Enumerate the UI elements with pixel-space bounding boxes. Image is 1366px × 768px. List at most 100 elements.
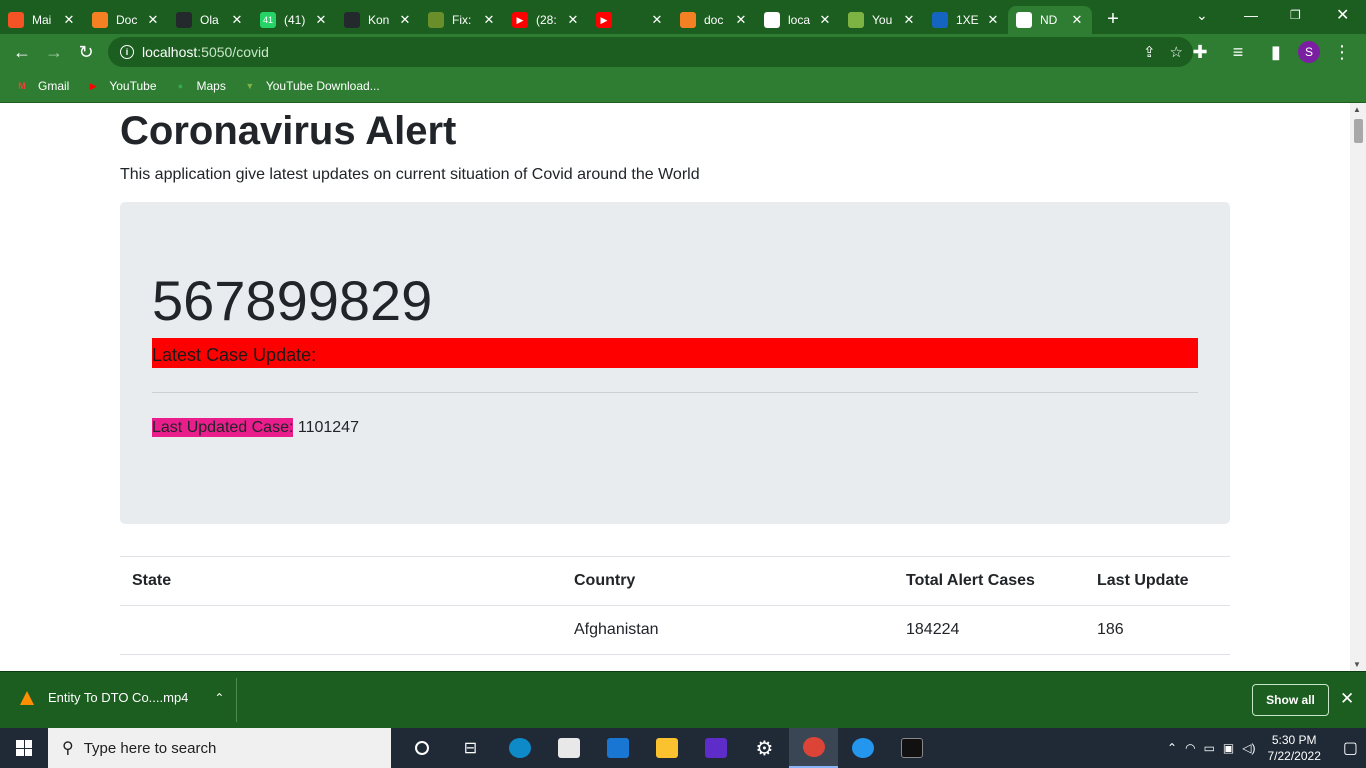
wifi-icon[interactable]: ◠ xyxy=(1185,741,1195,755)
browser-tab[interactable]: 41 (41) ✕ xyxy=(252,6,336,34)
tab-close-icon[interactable]: ✕ xyxy=(146,12,160,28)
chrome-icon[interactable] xyxy=(789,728,838,768)
terminal-icon[interactable] xyxy=(887,728,936,768)
bookmark-label: YouTube Download... xyxy=(265,79,380,93)
total-cases-value: 567899829 xyxy=(152,269,433,332)
store-icon[interactable] xyxy=(544,728,593,768)
edge-icon[interactable] xyxy=(495,728,544,768)
show-all-button[interactable]: Show all xyxy=(1252,684,1329,716)
scroll-down-icon[interactable]: ▼ xyxy=(1353,660,1361,669)
docker-icon[interactable] xyxy=(838,728,887,768)
notifications-icon[interactable]: ▢ xyxy=(1343,738,1358,758)
col-header-state: State xyxy=(120,556,562,606)
globe-icon xyxy=(1016,12,1032,28)
tab-search-icon[interactable]: ⌄ xyxy=(1196,0,1208,30)
battery-icon[interactable]: ▭ xyxy=(1204,741,1215,755)
bookmark-item[interactable]: ● Maps xyxy=(173,79,226,93)
clock[interactable]: 5:30 PM 7/22/2022 xyxy=(1267,732,1320,764)
download-item[interactable]: Entity To DTO Co....mp4 ⌃ xyxy=(20,690,224,705)
browser-tab[interactable]: doc ✕ xyxy=(672,6,756,34)
task-view-icon[interactable]: ⊟ xyxy=(446,728,495,768)
close-icon[interactable]: ✕ xyxy=(1340,689,1354,709)
media-control-icon[interactable]: ≡ xyxy=(1222,36,1254,68)
tab-title: Kon xyxy=(368,13,390,27)
download-filename: Entity To DTO Co....mp4 xyxy=(48,690,189,705)
tab-title: (41) xyxy=(284,13,306,27)
tab-close-icon[interactable]: ✕ xyxy=(482,12,496,28)
extensions-icon[interactable]: ✚ xyxy=(1184,36,1216,68)
restore-button[interactable]: ❐ xyxy=(1290,0,1301,30)
browser-tab[interactable]: 1XE ✕ xyxy=(924,6,1008,34)
tab-close-icon[interactable]: ✕ xyxy=(62,12,76,28)
reload-icon[interactable]: ↻ xyxy=(70,36,102,68)
browser-tab[interactable]: Fix: ✕ xyxy=(420,6,504,34)
site-info-icon[interactable]: i xyxy=(120,45,134,59)
bookmark-label: YouTube xyxy=(109,79,157,93)
minimize-button[interactable]: — xyxy=(1244,0,1258,30)
taskbar-search[interactable]: ⚲ Type here to search xyxy=(48,728,391,768)
tab-close-icon[interactable]: ✕ xyxy=(986,12,1000,28)
tab-close-icon[interactable]: ✕ xyxy=(566,12,580,28)
cortana-icon[interactable] xyxy=(397,728,446,768)
tab-close-icon[interactable]: ✕ xyxy=(230,12,244,28)
bookmark-item[interactable]: ▶ YouTube xyxy=(85,79,157,93)
network-icon[interactable]: ▣ xyxy=(1223,741,1234,755)
side-panel-icon[interactable]: ▮ xyxy=(1260,36,1292,68)
tab-close-icon[interactable]: ✕ xyxy=(818,12,832,28)
tab-title: loca xyxy=(788,13,811,27)
bookmark-item[interactable]: ▼ YouTube Download... xyxy=(242,79,380,93)
volume-icon[interactable]: ◁) xyxy=(1242,741,1255,755)
browser-toolbar: ← → ↻ i localhost:5050/covid ⇪ ☆ ✚ ≡ ▮ S… xyxy=(0,34,1366,70)
scroll-up-icon[interactable]: ▲ xyxy=(1353,105,1361,114)
share-icon[interactable]: ⇪ xyxy=(1143,43,1156,61)
tab-title: You xyxy=(872,13,893,27)
cell-state xyxy=(120,605,562,655)
scrollbar-thumb[interactable] xyxy=(1354,119,1363,143)
intellij-icon[interactable] xyxy=(691,728,740,768)
browser-tab[interactable]: ▶ ✕ xyxy=(588,6,672,34)
menu-kebab-icon[interactable]: ⋮ xyxy=(1326,36,1358,68)
tray-overflow-icon[interactable]: ⌃ xyxy=(1167,741,1177,755)
mail-icon[interactable] xyxy=(593,728,642,768)
table-row: Afghanistan 184224 186 xyxy=(120,605,1230,655)
download-icon: ▼ xyxy=(245,81,255,91)
browser-tab[interactable]: Mai ✕ xyxy=(0,6,84,34)
browser-tab[interactable]: You ✕ xyxy=(840,6,924,34)
browser-tab[interactable]: Ola ✕ xyxy=(168,6,252,34)
bookmarks-bar: M Gmail ▶ YouTube ● Maps ▼ YouTube Download... xyxy=(0,70,1366,103)
forward-icon[interactable]: → xyxy=(38,36,70,68)
browser-tab[interactable]: loca ✕ xyxy=(756,6,840,34)
browser-tab[interactable]: Kon ✕ xyxy=(336,6,420,34)
tab-close-icon[interactable]: ✕ xyxy=(398,12,412,28)
tab-close-icon[interactable]: ✕ xyxy=(902,12,916,28)
address-bar[interactable]: i localhost:5050/covid ⇪ ☆ xyxy=(108,37,1193,67)
browser-tab[interactable]: ND ✕ xyxy=(1008,6,1092,34)
start-button[interactable] xyxy=(0,728,48,768)
tab-close-icon[interactable]: ✕ xyxy=(314,12,328,28)
browser-tab[interactable]: Doc ✕ xyxy=(84,6,168,34)
profile-avatar[interactable]: S xyxy=(1298,41,1320,63)
page-content: Coronavirus Alert This application give … xyxy=(0,103,1350,671)
taskbar-apps: ⊟ ⚙ xyxy=(397,728,936,768)
settings-gear-icon[interactable]: ⚙ xyxy=(740,728,789,768)
new-tab-button[interactable]: + xyxy=(1098,8,1128,31)
tab-close-icon[interactable]: ✕ xyxy=(650,12,664,28)
back-icon[interactable]: ← xyxy=(6,36,38,68)
last-updated-label: Last Updated Case: xyxy=(152,418,294,437)
bookmark-label: Maps xyxy=(196,79,226,93)
cell-country: Afghanistan xyxy=(562,605,894,655)
bookmark-item[interactable]: M Gmail xyxy=(14,79,69,93)
bookmark-star-icon[interactable]: ☆ xyxy=(1170,43,1183,61)
close-window-button[interactable]: ✕ xyxy=(1336,0,1349,30)
main-container: Coronavirus Alert This application give … xyxy=(120,103,1230,655)
tab-close-icon[interactable]: ✕ xyxy=(1070,12,1084,28)
stackoverflow-icon xyxy=(680,12,696,28)
chevron-up-icon[interactable]: ⌃ xyxy=(214,691,224,705)
page-scrollbar[interactable]: ▲ ▼ xyxy=(1350,103,1366,671)
browser-tab[interactable]: ▶ (28: ✕ xyxy=(504,6,588,34)
table-header-row: State Country Total Alert Cases Last Upd… xyxy=(120,556,1230,606)
last-updated-row: Last Updated Case: 1101247 xyxy=(152,418,1198,437)
tab-title: ND xyxy=(1040,13,1058,27)
tab-close-icon[interactable]: ✕ xyxy=(734,12,748,28)
file-explorer-icon[interactable] xyxy=(642,728,691,768)
